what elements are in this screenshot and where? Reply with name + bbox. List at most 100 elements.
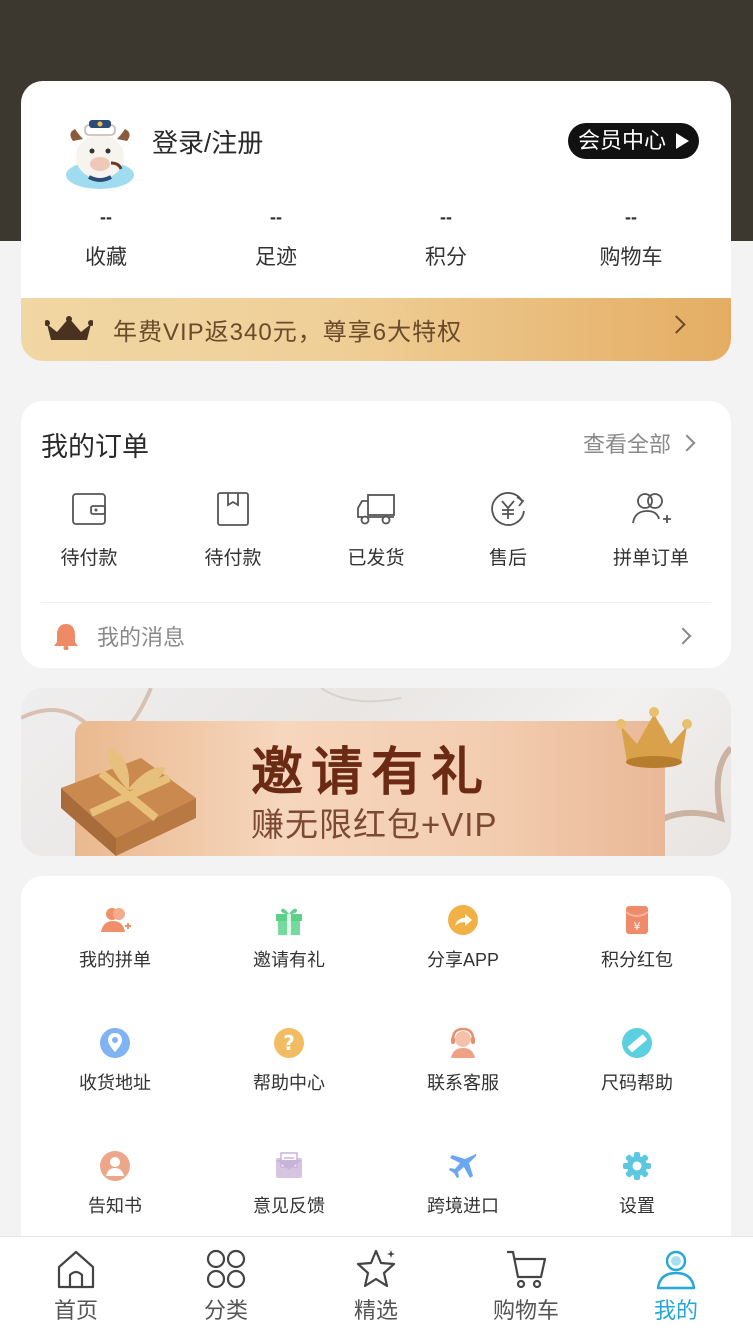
- tab-featured[interactable]: 精选: [321, 1247, 431, 1325]
- service-label: 跨境进口: [427, 1196, 499, 1216]
- my-messages-row[interactable]: 我的消息: [21, 604, 731, 668]
- service-label: 告知书: [88, 1196, 142, 1216]
- divider: [41, 602, 711, 603]
- invite-promo-banner[interactable]: 邀请有礼 赚无限红包+VIP: [21, 688, 731, 856]
- order-item-label: 待付款: [204, 548, 262, 569]
- share-icon: [448, 905, 478, 935]
- order-pending-payment[interactable]: 待付款: [29, 489, 149, 570]
- bell-icon: [54, 624, 78, 650]
- package-icon: [217, 492, 249, 526]
- service-customer-support[interactable]: 联系客服: [388, 1027, 538, 1095]
- chevron-right-icon: [678, 434, 696, 452]
- cart-icon: [507, 1250, 547, 1289]
- stat-footprints[interactable]: -- 足迹: [216, 203, 336, 271]
- stat-label: 购物车: [599, 246, 663, 269]
- order-item-label: 已发货: [347, 548, 405, 569]
- service-shipping-address[interactable]: 收货地址: [40, 1027, 190, 1095]
- yuan-refund-icon: [491, 492, 525, 526]
- group-order-icon: [101, 908, 131, 932]
- ruler-icon: [622, 1028, 652, 1058]
- feedback-mail-icon: [276, 1152, 302, 1178]
- tab-home[interactable]: 首页: [21, 1247, 131, 1325]
- svg-text:?: ?: [283, 1031, 295, 1055]
- order-item-label: 待付款: [60, 548, 118, 569]
- gift-icon: [276, 908, 302, 935]
- stats-row: -- 收藏 -- 足迹 -- 积分 -- 购物车: [21, 203, 731, 283]
- tab-cart[interactable]: 购物车: [471, 1247, 581, 1325]
- profile-icon: [656, 1250, 696, 1290]
- star-icon: [356, 1249, 396, 1288]
- service-size-help[interactable]: 尺码帮助: [562, 1027, 712, 1095]
- stat-label: 足迹: [255, 246, 297, 269]
- chevron-right-icon: [667, 315, 686, 334]
- tab-profile[interactable]: 我的: [621, 1247, 731, 1325]
- svg-text:¥: ¥: [634, 920, 641, 933]
- my-orders-card: 我的订单 查看全部 待付款 待付款 已发货 售后 拼单订单 我的消息: [21, 401, 731, 668]
- service-label: 意见反馈: [253, 1196, 325, 1216]
- tab-label: 购物车: [492, 1298, 559, 1323]
- avatar[interactable]: [59, 111, 141, 191]
- stat-value: --: [270, 207, 282, 227]
- gold-crown-icon: [616, 707, 692, 768]
- order-item-label: 拼单订单: [612, 548, 689, 569]
- stat-value: --: [100, 207, 112, 227]
- tab-label: 精选: [353, 1298, 398, 1323]
- login-register-link[interactable]: 登录/注册: [152, 123, 263, 160]
- service-points-red-envelope[interactable]: ¥ 积分红包: [562, 904, 712, 972]
- home-icon: [57, 1250, 95, 1289]
- group-add-icon: [632, 493, 671, 524]
- play-arrow-icon: [676, 133, 689, 149]
- service-settings[interactable]: 设置: [562, 1150, 712, 1218]
- stat-label: 积分: [425, 246, 467, 269]
- service-help-center[interactable]: ? 帮助中心: [214, 1027, 364, 1095]
- service-label: 收货地址: [79, 1073, 151, 1093]
- member-center-label: 会员中心: [577, 128, 666, 153]
- service-label: 我的拼单: [79, 950, 151, 970]
- stat-points[interactable]: -- 积分: [386, 203, 506, 271]
- service-label: 邀请有礼: [253, 950, 325, 970]
- order-after-sales[interactable]: 售后: [448, 489, 568, 570]
- order-shipped[interactable]: 已发货: [316, 489, 436, 570]
- user-notice-icon: [100, 1151, 130, 1181]
- red-envelope-icon: ¥: [625, 906, 649, 934]
- service-label: 分享APP: [426, 950, 500, 970]
- service-my-group-orders[interactable]: 我的拼单: [40, 904, 190, 972]
- location-pin-icon: [100, 1028, 130, 1058]
- service-notice[interactable]: 告知书: [40, 1150, 190, 1218]
- banner-title: 邀请有礼: [251, 744, 492, 802]
- service-label: 联系客服: [427, 1073, 499, 1093]
- service-label: 积分红包: [601, 950, 673, 970]
- my-messages-label: 我的消息: [97, 625, 186, 650]
- order-pending-shipment[interactable]: 待付款: [173, 489, 293, 570]
- gift-box-icon: [61, 748, 196, 856]
- service-feedback[interactable]: 意见反馈: [214, 1150, 364, 1218]
- service-invite[interactable]: 邀请有礼: [214, 904, 364, 972]
- service-cross-border[interactable]: 跨境进口: [388, 1150, 538, 1218]
- banner-subtitle: 赚无限红包+VIP: [251, 806, 498, 843]
- stat-label: 收藏: [85, 246, 127, 269]
- tab-label: 首页: [53, 1298, 98, 1323]
- gear-icon: [623, 1152, 651, 1180]
- vip-promo-bar[interactable]: 年费VIP返340元，尊享6大特权: [21, 298, 731, 361]
- tab-category[interactable]: 分类: [171, 1247, 281, 1325]
- stat-cart[interactable]: -- 购物车: [571, 203, 691, 271]
- category-icon: [206, 1249, 246, 1289]
- services-grid: 我的拼单 邀请有礼 分享APP ¥ 积分红包 收货地址 ? 帮助中心 联系客服 …: [21, 876, 731, 1236]
- stat-value: --: [625, 207, 637, 227]
- order-group-buy[interactable]: 拼单订单: [591, 489, 711, 570]
- truck-icon: [357, 494, 395, 525]
- question-icon: ?: [274, 1028, 304, 1058]
- service-label: 设置: [619, 1196, 655, 1216]
- member-center-button[interactable]: 会员中心: [567, 123, 699, 159]
- stat-favorites[interactable]: -- 收藏: [46, 203, 166, 271]
- bottom-tab-bar: 首页 分类 精选 购物车 我的: [0, 1236, 753, 1336]
- wallet-icon: [72, 493, 106, 525]
- view-all-orders-link[interactable]: 查看全部: [582, 427, 696, 459]
- service-label: 帮助中心: [253, 1073, 325, 1093]
- service-share-app[interactable]: 分享APP: [388, 904, 538, 972]
- tab-label: 我的: [653, 1298, 698, 1323]
- service-label: 尺码帮助: [601, 1073, 673, 1093]
- profile-card: 登录/注册 会员中心 -- 收藏 -- 足迹 -- 积分 -- 购物车 年费VI…: [21, 81, 731, 361]
- view-all-label: 查看全部: [582, 432, 671, 457]
- customer-service-icon: [451, 1027, 475, 1058]
